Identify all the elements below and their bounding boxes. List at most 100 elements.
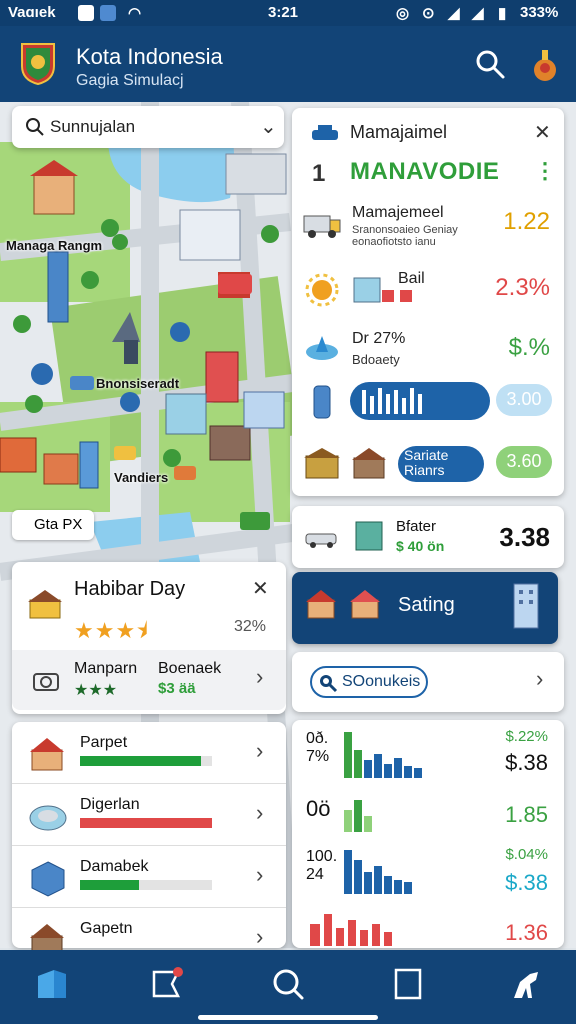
search-pill-label: SOonukeis xyxy=(342,673,421,690)
stats-bars-1 xyxy=(344,732,422,778)
settings-status-icon: ⊙ xyxy=(422,5,435,22)
map-search-input[interactable]: Sunnujalan xyxy=(50,117,135,137)
summary-row-label: Mamajemeel xyxy=(352,204,444,221)
alarm-icon: ◎ xyxy=(396,5,410,22)
cell-icon: ◢ xyxy=(472,5,484,22)
list-item-label: Digerlan xyxy=(80,796,140,813)
search-icon[interactable] xyxy=(474,48,506,80)
settings-button-label: Sating xyxy=(398,594,455,616)
map-label-area: Vandiers xyxy=(114,470,169,485)
stadium-icon xyxy=(29,805,67,831)
close-icon[interactable]: ✕ xyxy=(252,576,269,601)
progress-fill xyxy=(80,818,212,828)
list-item[interactable]: Damabek › xyxy=(12,846,286,908)
rating-stars: ★★★⯨ xyxy=(74,618,149,643)
summary-row-chip-label[interactable]: Sariate Rianrs xyxy=(398,446,484,482)
camera-icon xyxy=(33,673,59,691)
more-options-icon[interactable]: ⋮ xyxy=(534,158,556,184)
building-list: Parpet › Digerlan › Damabek › Gapetn › xyxy=(12,722,286,959)
list-item[interactable]: Digerlan › xyxy=(12,784,286,846)
summary-row-chip[interactable]: 3.00 xyxy=(496,384,552,416)
stats-row-value: 1.36 xyxy=(505,920,548,945)
city-crest-icon xyxy=(21,43,55,86)
summary-number: 1 xyxy=(312,160,326,187)
summary-row-label: Dr 27% xyxy=(352,330,406,347)
flag-icon[interactable] xyxy=(148,964,188,1004)
info-card-sublabel: $ 40 ön xyxy=(396,538,445,554)
search-pill[interactable]: SOonukeis xyxy=(310,666,428,698)
tower-building-icon xyxy=(513,583,539,629)
summary-row[interactable]: Sariate Rianrs 3.60 xyxy=(292,438,564,498)
summary-row[interactable]: Dr 27% Bdoaety $.% xyxy=(292,324,564,384)
home-icon[interactable] xyxy=(32,964,72,1004)
rating-subpanel[interactable]: Manparn ★★★ Boenaek $3 ää › xyxy=(12,650,286,710)
summary-row[interactable]: Mamajemeel Sranonsoaieo Geniay eonaofiot… xyxy=(292,198,564,258)
horse-icon[interactable] xyxy=(506,964,546,1004)
app-subtitle: Gagia Simulacj xyxy=(76,72,184,89)
settings-button[interactable]: Sating xyxy=(292,572,558,644)
summary-row-label: Bail xyxy=(398,270,425,287)
map-label-district: Managa Rangm xyxy=(6,238,103,253)
wifi-icon: ◠ xyxy=(128,5,142,22)
summary-row[interactable]: 3.00 xyxy=(292,376,564,436)
chevron-right-icon[interactable]: › xyxy=(256,664,263,690)
summary-row[interactable]: Bail 2.3% xyxy=(292,264,564,324)
list-item-progress xyxy=(80,756,212,766)
map-label-center: Bnonsiseradt xyxy=(96,376,180,391)
info-card-label: Bfater xyxy=(396,518,437,535)
profile-avatar-icon[interactable] xyxy=(528,46,562,84)
notification-icon xyxy=(78,5,94,21)
summary-row-value: 1.22 xyxy=(503,208,550,235)
truck-icon xyxy=(303,215,341,238)
chevron-right-icon[interactable]: › xyxy=(256,738,263,764)
summary-row-desc: Sranonsoaieo Geniay eonaofiotsto ianu xyxy=(352,224,458,248)
search-icon[interactable] xyxy=(268,964,308,1004)
place-title: Habibar Day xyxy=(74,578,186,600)
list-item[interactable]: Gapetn › xyxy=(12,908,286,959)
map-search-box[interactable]: Sunnujalan ⌄ xyxy=(12,106,284,148)
sun-icon xyxy=(305,273,339,307)
chevron-right-icon[interactable]: › xyxy=(256,800,263,826)
progress-fill xyxy=(80,756,202,766)
list-item-progress xyxy=(80,880,212,890)
summary-row-value: $.% xyxy=(508,334,550,361)
storage-tank-icon xyxy=(313,385,331,419)
place-rating-card[interactable]: Habibar Day ✕ ★★★⯨ 32% Manparn ★★★ Boena… xyxy=(12,562,286,714)
building-icon xyxy=(355,521,383,551)
usage-sparkline xyxy=(350,382,490,420)
app-title: Kota Indonesia xyxy=(76,44,223,69)
close-icon[interactable]: ✕ xyxy=(534,120,551,145)
vehicle-icon xyxy=(312,125,338,140)
chevron-right-icon[interactable]: › xyxy=(256,862,263,888)
progress-fill xyxy=(80,880,140,890)
battery-icon: ▮ xyxy=(498,5,507,22)
stats-bars-2 xyxy=(344,800,372,832)
list-item[interactable]: Parpet › xyxy=(12,722,286,784)
chevron-right-icon[interactable]: › xyxy=(536,666,543,692)
map-zone-label[interactable]: Gta PX xyxy=(12,510,94,540)
stats-bars-3 xyxy=(344,850,412,894)
chevron-down-icon[interactable]: ⌄ xyxy=(260,114,277,139)
stats-row-value: $.04% xyxy=(505,846,548,863)
rating-sub-label: Manparn xyxy=(74,660,138,677)
app-header: Kota Indonesia Gagia Simulacj xyxy=(0,26,576,102)
summary-row-chip[interactable]: 3.60 xyxy=(496,446,552,478)
info-card[interactable]: Bfater $ 40 ön 3.38 xyxy=(292,506,564,568)
rating-sub-right-value: $3 ää xyxy=(158,680,196,697)
book-icon[interactable] xyxy=(388,964,428,1004)
cube-building-icon xyxy=(31,861,65,897)
stats-row-value: 1.85 xyxy=(505,802,548,827)
summary-heading: MANAVODIE xyxy=(350,158,500,185)
list-item-progress xyxy=(80,818,212,828)
stats-row-label: 0ö xyxy=(306,796,331,821)
shop-icon xyxy=(350,590,380,619)
chevron-right-icon[interactable]: › xyxy=(256,924,263,950)
search-card[interactable]: SOonukeis › xyxy=(292,652,564,712)
rating-percent: 32% xyxy=(234,618,267,635)
stats-row-value: $.22% xyxy=(505,728,548,745)
house-icon xyxy=(28,590,62,619)
water-icon xyxy=(306,336,338,360)
home-indicator xyxy=(198,1015,378,1020)
summary-panel: Mamajaimel ✕ 1 MANAVODIE ⋮ Mamajemeel Sr… xyxy=(292,108,564,496)
status-battery: 333% xyxy=(520,4,559,21)
